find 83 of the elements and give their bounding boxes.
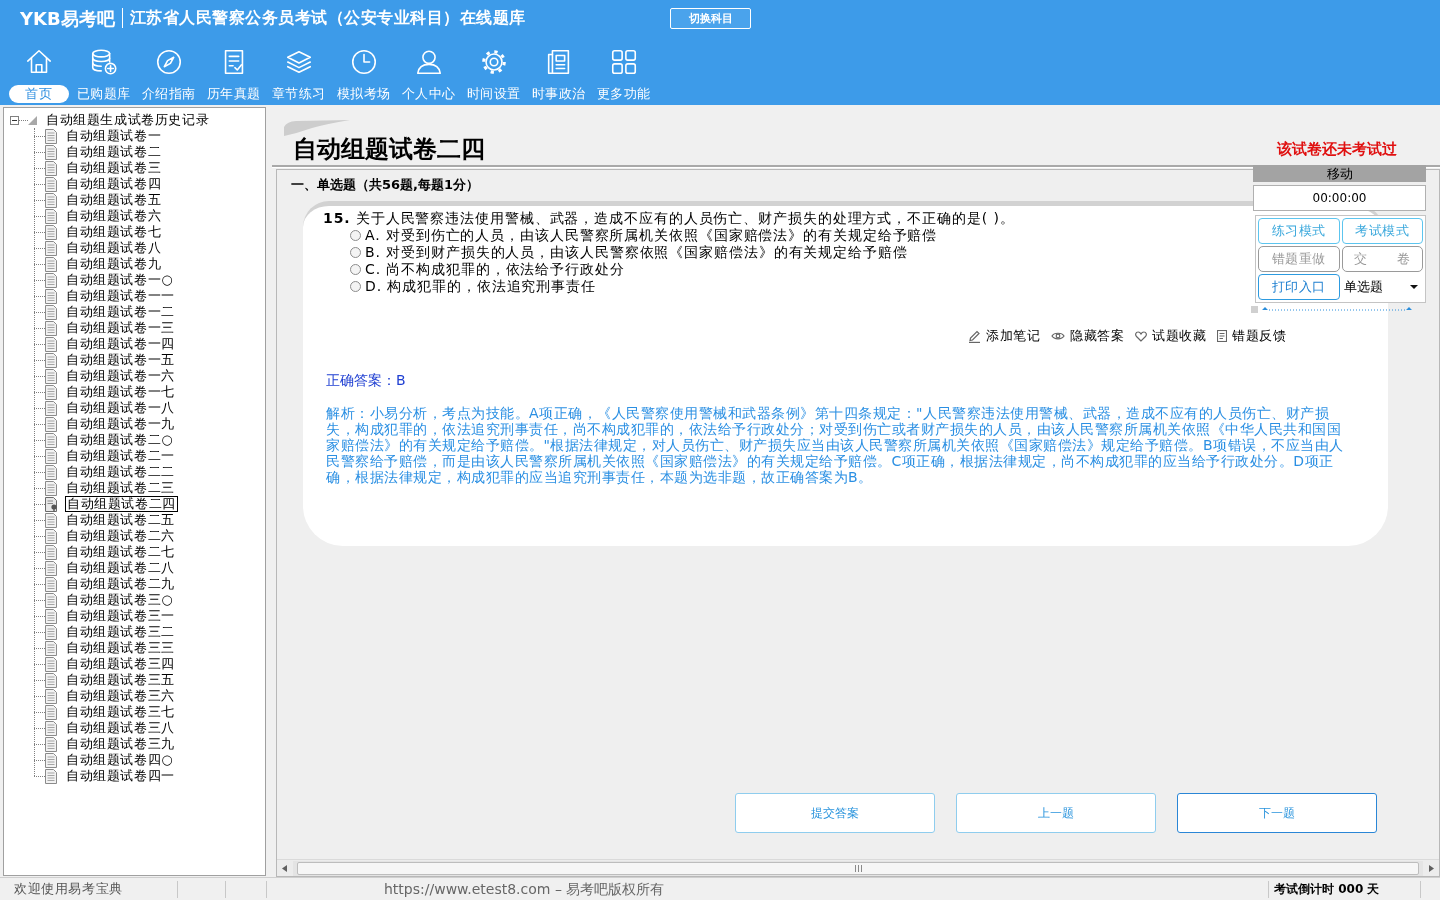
tree-item[interactable]: 自动组题试卷二九	[64, 576, 177, 592]
tree-item[interactable]: 自动组题试卷二	[64, 144, 164, 160]
tree-item[interactable]: 自动组题试卷三七	[64, 704, 177, 720]
tree-item[interactable]: 自动组题试卷五	[64, 192, 164, 208]
tree-item[interactable]: 自动组题试卷二七	[64, 544, 177, 560]
tree-item[interactable]: 自动组题试卷一四	[64, 336, 177, 352]
tree-item[interactable]: 自动组题试卷三	[64, 160, 164, 176]
document-icon	[1217, 330, 1227, 342]
tree-item[interactable]: 自动组题试卷二六	[64, 528, 177, 544]
heart-icon	[1135, 330, 1147, 342]
action-link[interactable]: 错题反馈	[1217, 328, 1286, 344]
action-link[interactable]: 添加笔记	[968, 328, 1040, 344]
tree-item[interactable]: 自动组题试卷九	[64, 256, 164, 272]
tree-item[interactable]: 自动组题试卷四	[64, 176, 164, 192]
radio-button[interactable]	[350, 281, 361, 292]
tree-item[interactable]: 自动组题试卷八	[64, 240, 164, 256]
footer-button[interactable]: 下一题	[1177, 793, 1377, 833]
collapse-icon[interactable]	[10, 115, 19, 125]
tree-item[interactable]: 自动组题试卷四○	[64, 752, 176, 768]
panel-button[interactable]: 打印入口	[1258, 274, 1340, 300]
radio-button[interactable]	[350, 247, 361, 258]
timer-display: 00:00:00	[1253, 185, 1426, 211]
tree-item[interactable]: 自动组题试卷三四	[64, 656, 177, 672]
tree-item[interactable]: 自动组题试卷一三	[64, 320, 177, 336]
tree-item[interactable]: 自动组题试卷一八	[64, 400, 177, 416]
footer-button[interactable]: 上一题	[956, 793, 1156, 833]
tree-item[interactable]: 自动组题试卷三○	[64, 592, 176, 608]
tree-item[interactable]: 自动组题试卷三二	[64, 624, 177, 640]
tree-item[interactable]: 自动组题试卷一五	[64, 352, 177, 368]
panel-title: 移动	[1253, 165, 1426, 182]
app-title: 江苏省人民警察公务员考试（公安专业科目）在线题库	[129, 7, 526, 29]
tree-item[interactable]: 自动组题试卷一○	[64, 272, 176, 288]
caret-icon	[1410, 285, 1418, 289]
option-label[interactable]: B. 对受到财产损失的人员，由该人民警察依照《国家赔偿法》的有关规定给予赔偿	[365, 244, 908, 261]
welcome-text: 欢迎使用易考宝典	[14, 880, 123, 899]
nav-tab[interactable]: 首页	[8, 85, 69, 103]
tree-item[interactable]: 自动组题试卷三一	[64, 608, 177, 624]
tree-item[interactable]: 自动组题试卷一二	[64, 304, 177, 320]
tree-item[interactable]: 自动组题试卷二○	[64, 432, 176, 448]
tree-item[interactable]: 自动组题试卷二四	[65, 496, 178, 512]
logo: YKB易考吧	[20, 6, 115, 31]
tree-item[interactable]: 自动组题试卷二五	[64, 512, 177, 528]
grip-icon	[854, 864, 862, 872]
action-link[interactable]: 隐藏答案	[1051, 328, 1124, 344]
scroll-left-icon[interactable]	[282, 864, 287, 872]
tree-item[interactable]: 自动组题试卷一九	[64, 416, 177, 432]
tree-item[interactable]: 自动组题试卷三八	[64, 720, 177, 736]
option-label[interactable]: D. 构成犯罪的，依法追究刑事责任	[365, 278, 596, 295]
tree-item[interactable]: 自动组题试卷四一	[64, 768, 177, 784]
tree-item[interactable]: 自动组题试卷一七	[64, 384, 177, 400]
analysis-text: 解析：小易分析，考点为技能。A项正确，《人民警察使用警械和武器条例》第十四条规定："人民警察违法使用警械、武器，造成不应有的人员伤亡、财产损失，构成犯罪的，依法追究刑事责任，尚不构成犯罪的，依法给予行政处分；对受到伤亡或者财产损失的人员，由该人民警察所属机关依照《中华人民共和国国家赔偿法》的有关规定给予赔偿。"根据法律规定，对人员伤亡、财产损失应当由该人民警察所属机关依照《国家赔偿法》规定给予赔偿。B项错误，不应当由人民警察给予赔偿，而是由该人民警察所属机关依照《国家赔偿法》的有关规定给予赔偿。C项正确，根据法律规定，尚不构成犯罪的应当给予行政处分。D项正确，根据法律规定，构成犯罪的应当追究刑事责任，本题为选非题，故正确答案为B。	[326, 405, 1345, 485]
question-text: 15. 关于人民警察违法使用警械、武器，造成不应有的人员伤亡、财产损失的处理方式，不正确的是( )。	[322, 210, 1016, 227]
action-link[interactable]: 试题收藏	[1135, 328, 1206, 344]
tree-item[interactable]: 自动组题试卷一一	[64, 288, 177, 304]
tree-item[interactable]: 自动组题试卷一	[64, 128, 164, 144]
scroll-right-icon[interactable]	[1429, 864, 1434, 872]
footer-button[interactable]: 提交答案	[735, 793, 935, 833]
tree-item[interactable]: 自动组题试卷六	[64, 208, 164, 224]
page-curl-icon	[284, 120, 350, 136]
copyright-text: https://www.etest8.com – 易考吧版权所有	[384, 879, 665, 899]
triangle-icon	[28, 115, 37, 125]
exam-title: 自动组题试卷二四	[293, 137, 485, 161]
tree-item[interactable]: 自动组题生成试卷历史记录	[46, 112, 210, 128]
tree-item[interactable]: 自动组题试卷七	[64, 224, 164, 240]
option-label[interactable]: C. 尚不构成犯罪的，依法给予行政处分	[365, 261, 625, 278]
tree-item[interactable]: 自动组题试卷一六	[64, 368, 177, 384]
tree-item[interactable]: 自动组题试卷三五	[64, 672, 177, 688]
eye-icon	[1051, 331, 1065, 341]
tree-item[interactable]: 自动组题试卷二二	[64, 464, 177, 480]
correct-answer: 正确答案：B	[326, 372, 406, 388]
tree-item[interactable]: 自动组题试卷三六	[64, 688, 177, 704]
pencil-icon	[968, 329, 981, 343]
countdown-text: 考试倒计时 000 天	[1274, 881, 1380, 898]
option-label[interactable]: A. 对受到伤亡的人员，由该人民警察所属机关依照《国家赔偿法》的有关规定给予赔偿	[365, 227, 938, 244]
tree-item[interactable]: 自动组题试卷二八	[64, 560, 177, 576]
exam-status: 该试卷还未考试过	[1277, 139, 1397, 159]
tree-item[interactable]: 自动组题试卷三九	[64, 736, 177, 752]
radio-button[interactable]	[350, 264, 361, 275]
tree-item[interactable]: 自动组题试卷三三	[64, 640, 177, 656]
tree-item[interactable]: 自动组题试卷二三	[64, 480, 177, 496]
radio-button[interactable]	[350, 230, 361, 241]
tree-item[interactable]: 自动组题试卷二一	[64, 448, 177, 464]
section-heading: 一、单选题（共56题,每题1分）	[291, 176, 480, 193]
